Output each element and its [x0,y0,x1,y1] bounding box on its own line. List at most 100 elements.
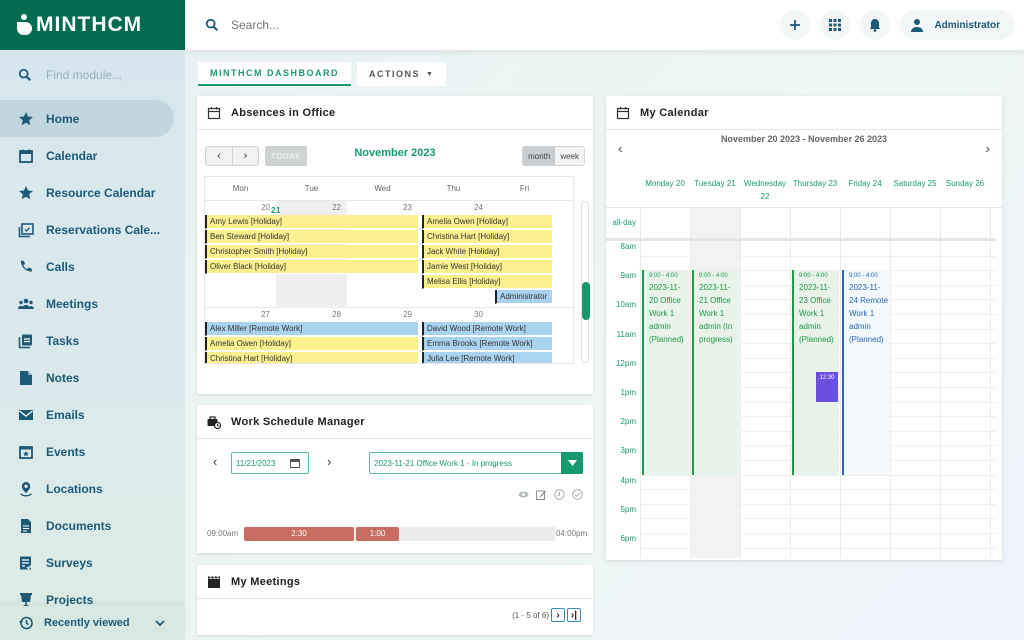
sidebar-item-label: Calendar [46,148,98,163]
sidebar-item-calendar[interactable]: Calendar [0,137,185,174]
next-day-button[interactable]: › [327,454,331,469]
prev-week-button[interactable]: ‹ [618,140,623,156]
user-menu-button[interactable]: Administrator [900,10,1014,40]
event-time: 9:00 - 4:00 [799,273,828,280]
day-number[interactable]: 30 [418,308,489,322]
week-day-header[interactable]: Monday 20 [640,170,690,207]
column-divider [890,208,891,558]
timeline-track: 2:30 1:00 [244,527,555,541]
sidebar-item-surveys[interactable]: Surveys [0,544,185,581]
sidebar-item-emails[interactable]: Emails [0,396,185,433]
prev-day-button[interactable]: ‹ [213,454,217,469]
tab-actions[interactable]: ACTIONS ▼ [357,62,447,86]
timeline-segment[interactable]: 1:00 [356,527,399,541]
week-day-header[interactable]: Wednesday 22 [740,170,790,207]
tab-minthcm-dashboard[interactable]: MINTHCM DASHBOARD [198,62,351,86]
meetings-panel: My Meetings (1 - 5 of 6) › ›| [197,565,593,635]
week-day-header[interactable]: Tuesday 21 [690,170,740,207]
search-icon [205,18,218,31]
sidebar-item-documents[interactable]: Documents [0,507,185,544]
apps-button[interactable] [820,10,851,40]
sidebar-item-events[interactable]: Events [0,433,185,470]
notifications-button[interactable] [860,10,891,40]
week-row: 20 21 22 23 24 Amy Lewis [Holiday] Ben Stewar… [205,201,573,308]
sidebar-item-reservations-cale[interactable]: Reservations Cale... [0,211,185,248]
calendar-event[interactable]: 9:00 - 4:00 2023-11-24 Remote Work 1 admi… [842,270,889,475]
absence-event[interactable]: Christina Hart [Holiday] [205,352,418,363]
view-month-button[interactable]: month [523,147,556,165]
absence-event[interactable]: Emma Brooks [Remote Work] [422,337,552,351]
recently-viewed[interactable]: Recently viewed [0,606,185,640]
column-divider [990,208,991,558]
last-page-button[interactable]: ›| [567,608,581,622]
absence-event[interactable]: Melisa Ellis [Holiday] [422,275,552,289]
day-number[interactable]: 27 [205,308,276,322]
global-search-input[interactable] [231,18,531,32]
logo[interactable]: MINTHCM [0,0,185,50]
day-number[interactable] [489,308,560,322]
absence-event[interactable]: Christina Hart [Holiday] [422,230,552,244]
day-number[interactable]: 24 [418,201,489,215]
find-module[interactable]: Find module... [0,50,185,100]
calendar-event[interactable]: 9:00 - 4:00 2023-11-20 Office Work 1 admi… [642,270,689,475]
day-number[interactable]: 23 [347,201,418,215]
mini-event[interactable]: 12:30 [816,372,838,402]
absence-event[interactable]: Amy Lewis [Holiday] [205,215,418,229]
absence-event[interactable]: Christopher Smith [Holiday] [205,245,418,259]
absences-panel: Absences in Office ‹ › TODAY November 20… [197,96,593,394]
panel-header: Work Schedule Manager [197,405,593,439]
absence-event[interactable]: Ben Steward [Holiday] [205,230,418,244]
calendar-scrollbar[interactable] [581,201,590,363]
phone-icon [18,259,34,275]
prev-month-button[interactable]: ‹ [206,147,232,165]
absence-event[interactable]: Julia Lee [Remote Work] [422,352,552,363]
week-day-header[interactable]: Sunday 26 [940,170,990,207]
scrollbar-thumb[interactable] [582,282,590,320]
sidebar-item-resource-calendar[interactable]: Resource Calendar [0,174,185,211]
next-week-button[interactable]: › [985,140,990,156]
dropdown-button[interactable] [561,452,583,474]
day-number[interactable]: 28 [276,308,347,322]
create-button[interactable] [780,10,811,40]
absence-event[interactable]: Alex Miller [Remote Work] [205,322,418,336]
calendar-icon[interactable] [290,458,300,468]
week-day-header[interactable]: Friday 24 [840,170,890,207]
confirm-button[interactable] [572,487,583,500]
plus-icon [790,20,801,30]
absence-event[interactable]: Jamie West [Holiday] [422,260,552,274]
hour-gridline [640,489,996,491]
date-input[interactable]: 11/21/2023 [231,452,309,474]
next-page-button[interactable]: › [551,608,565,622]
edit-button[interactable] [536,487,547,500]
absence-event[interactable]: Amelia Owen [Holiday] [205,337,418,351]
sidebar-item-home[interactable]: Home [0,100,174,137]
next-month-button[interactable]: › [232,147,258,165]
absence-event[interactable]: David Wood [Remote Work] [422,322,552,336]
sidebar-item-calls[interactable]: Calls [0,248,185,285]
schedule-select[interactable]: 2023-11-21 Office Work 1 - In progress [369,452,583,474]
timeline-segment[interactable]: 2:30 [244,527,354,541]
view-week-button[interactable]: week [555,147,584,165]
week-day-header[interactable]: Saturday 25 [890,170,940,207]
people-icon [18,296,34,312]
today-button[interactable]: TODAY [265,146,307,166]
week-day-header[interactable]: Thursday 23 [790,170,840,207]
calendar-event[interactable]: 9:00 - 4:00 2023-11-21 Office Work 1 admi… [692,270,739,475]
bell-icon [870,19,881,32]
schedule-selector: ‹ 11/21/2023 › 2023-11-21 Office Work 1 … [207,452,583,474]
time-button[interactable] [554,487,565,500]
absence-event[interactable]: Jack White [Holiday] [422,245,552,259]
view-switcher: month week [522,146,585,166]
absence-event[interactable]: Oliver Black [Holiday] [205,260,418,274]
day-number[interactable]: 29 [347,308,418,322]
sidebar-item-notes[interactable]: Notes [0,359,185,396]
sidebar-item-meetings[interactable]: Meetings [0,285,185,322]
absence-event[interactable]: Administrator [495,290,552,304]
sidebar-item-label: Documents [46,518,112,533]
absence-event[interactable]: Amelia Owen [Holiday] [422,215,552,229]
view-button[interactable] [518,487,529,498]
sidebar-item-locations[interactable]: Locations [0,470,185,507]
sidebar-item-label: Tasks [46,333,80,348]
panel-title: Work Schedule Manager [231,415,365,428]
sidebar-item-tasks[interactable]: Tasks [0,322,185,359]
